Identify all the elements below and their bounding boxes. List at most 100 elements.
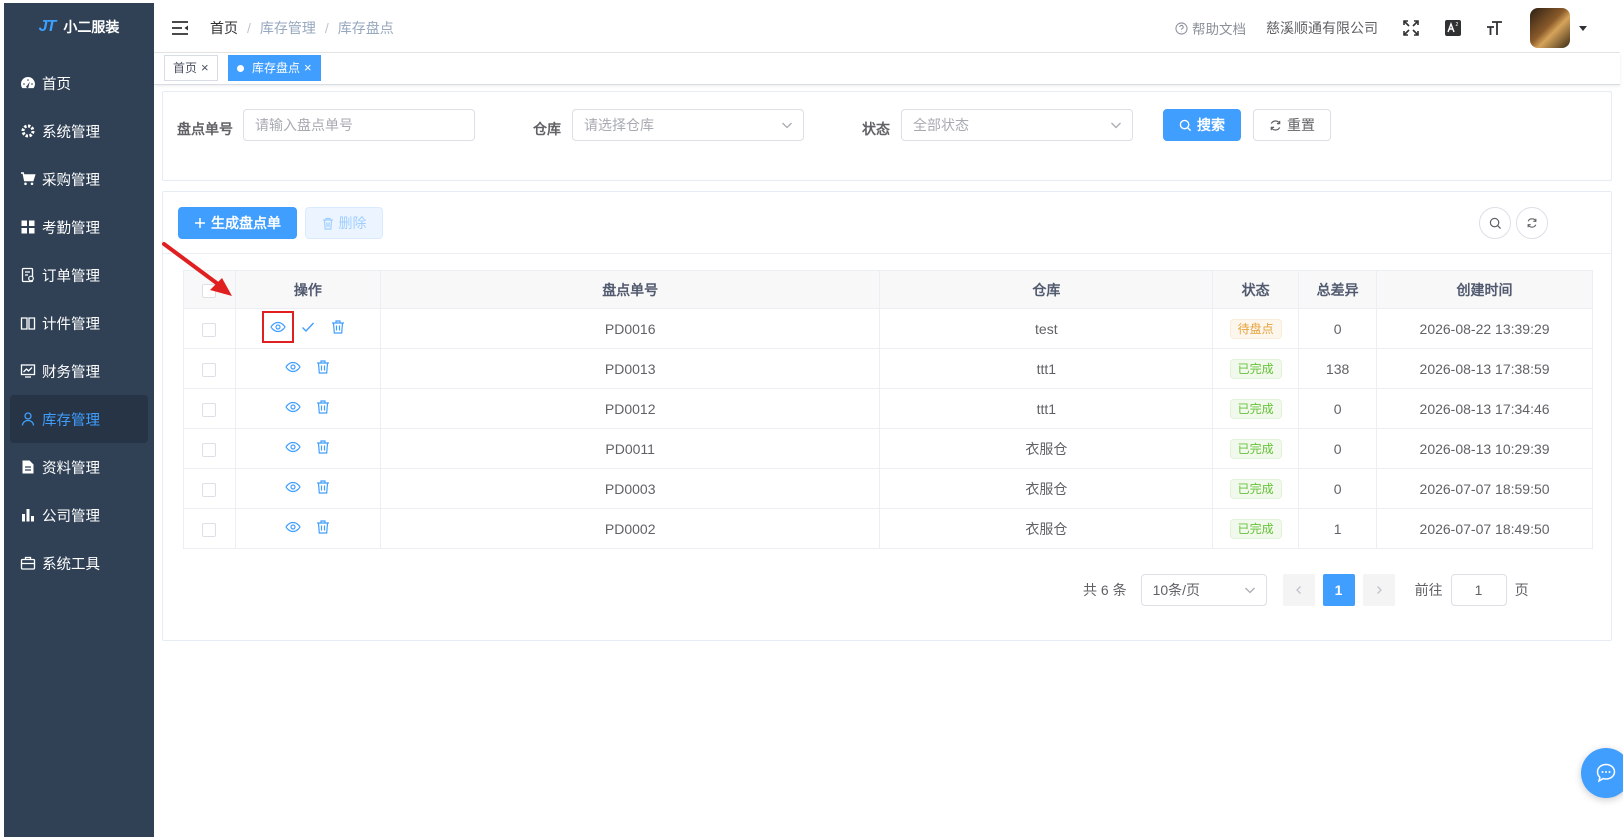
column-header: 创建时间 <box>1376 270 1593 309</box>
status-placeholder: 全部状态 <box>913 117 969 133</box>
view-eye-icon[interactable] <box>285 519 301 535</box>
font-size-icon[interactable] <box>1486 19 1504 37</box>
reset-button[interactable]: 重置 <box>1253 109 1331 141</box>
tag-home[interactable]: 首页 × <box>164 55 218 81</box>
column-header: 盘点单号 <box>380 270 881 309</box>
sidebar-item-inventory[interactable]: 库存管理 <box>10 395 148 443</box>
create-button-label: 生成盘点单 <box>211 215 281 231</box>
row-actions <box>261 311 346 343</box>
delete-trash-icon[interactable] <box>330 319 346 335</box>
delete-trash-icon[interactable] <box>315 519 331 535</box>
table-row: PD0011 衣服仓 已完成 0 2026-08-13 10:29:39 <box>183 428 1593 469</box>
sidebar-item-finance[interactable]: 财务管理 <box>4 347 154 395</box>
diff-cell: 138 <box>1298 348 1378 389</box>
row-checkbox[interactable] <box>202 522 217 537</box>
pagination-total: 共 6 条 <box>1083 582 1127 598</box>
delete-trash-icon[interactable] <box>315 359 331 375</box>
next-page-button[interactable] <box>1362 574 1395 606</box>
sidebar-item-orders[interactable]: 订单管理 <box>4 251 154 299</box>
breadcrumb-current: 库存盘点 <box>337 19 394 36</box>
row-actions <box>285 359 331 375</box>
sidebar-item-tools[interactable]: 系统工具 <box>4 539 154 587</box>
select-all-checkbox[interactable] <box>202 283 217 298</box>
fullscreen-icon[interactable] <box>1402 19 1420 37</box>
chat-support-button[interactable] <box>1581 748 1623 798</box>
tag-label: 库存盘点 <box>252 61 301 75</box>
goto-page-input[interactable]: 1 <box>1450 574 1507 606</box>
tag-inventory-check[interactable]: 库存盘点 × <box>228 55 321 81</box>
row-actions <box>285 519 331 535</box>
row-checkbox[interactable] <box>202 402 217 417</box>
close-icon[interactable]: × <box>201 56 209 80</box>
status-badge: 已完成 <box>1229 518 1282 539</box>
create-check-button[interactable]: 生成盘点单 <box>178 207 297 239</box>
table-row: PD0003 衣服仓 已完成 0 2026-07-07 18:59:50 <box>183 468 1593 509</box>
hamburger-icon[interactable] <box>170 18 190 38</box>
sidebar-item-data[interactable]: 资料管理 <box>4 443 154 491</box>
search-button[interactable]: 搜索 <box>1163 109 1241 141</box>
delete-trash-icon[interactable] <box>315 479 331 495</box>
created-time-cell: 2026-08-13 17:34:46 <box>1376 388 1593 429</box>
caret-down-icon[interactable] <box>1578 23 1588 33</box>
chevron-down-icon <box>1244 587 1255 594</box>
dashboard-icon <box>21 77 35 89</box>
row-checkbox[interactable] <box>202 322 217 337</box>
monitor-icon <box>20 364 36 378</box>
sidebar: JT 小二服装 首页 系统管理 采购管理 考勤管理 订单管理 计件管理 财务管理… <box>4 3 154 837</box>
trash-icon <box>322 217 333 230</box>
status-label: 状态 <box>862 121 890 137</box>
row-actions <box>285 479 331 495</box>
status-badge: 已完成 <box>1229 358 1282 379</box>
avatar[interactable] <box>1530 8 1570 48</box>
sidebar-item-home[interactable]: 首页 <box>4 59 154 107</box>
goto-suffix: 页 <box>1514 582 1529 598</box>
sidebar-item-company[interactable]: 公司管理 <box>4 491 154 539</box>
language-icon[interactable]: 2 <box>1444 19 1462 37</box>
select-all-cell <box>183 270 236 309</box>
row-checkbox[interactable] <box>202 362 217 377</box>
logo[interactable]: JT 小二服装 <box>4 3 154 51</box>
breadcrumb-separator: / <box>324 19 329 36</box>
view-eye-icon[interactable] <box>285 439 301 455</box>
prev-page-button[interactable] <box>1282 574 1315 606</box>
confirm-check-icon[interactable] <box>300 319 316 335</box>
view-eye-icon[interactable] <box>285 359 301 375</box>
breadcrumb-home[interactable]: 首页 <box>210 18 238 38</box>
plus-icon <box>195 218 205 228</box>
diff-cell: 0 <box>1298 468 1378 509</box>
column-header: 状态 <box>1212 270 1300 309</box>
page-size-select[interactable]: 10条/页 <box>1140 574 1267 606</box>
status-badge: 已完成 <box>1229 438 1282 459</box>
pagination: 共 6 条 10条/页 1 前往 1 页 <box>1083 574 1529 606</box>
refresh-icon <box>1527 218 1537 228</box>
navbar: 首页 / 库存管理 / 库存盘点 帮助文档 慈溪顺通有限公司 2 <box>154 3 1620 53</box>
help-link[interactable]: 帮助文档 <box>1175 18 1246 38</box>
toggle-search-button[interactable] <box>1479 207 1511 239</box>
row-actions <box>285 399 331 415</box>
chevron-right-icon <box>1376 586 1382 594</box>
warehouse-select[interactable]: 请选择仓库 <box>572 109 804 141</box>
status-badge: 已完成 <box>1229 478 1282 499</box>
row-checkbox[interactable] <box>202 442 217 457</box>
delete-trash-icon[interactable] <box>315 439 331 455</box>
toolbox-icon <box>20 556 36 570</box>
view-eye-icon[interactable] <box>285 479 301 495</box>
sidebar-item-system[interactable]: 系统管理 <box>4 107 154 155</box>
page-number-button[interactable]: 1 <box>1322 574 1355 606</box>
delete-button[interactable]: 删除 <box>305 207 383 239</box>
sidebar-item-attendance[interactable]: 考勤管理 <box>4 203 154 251</box>
check-no-input[interactable]: 请输入盘点单号 <box>243 109 475 141</box>
created-time-cell: 2026-08-22 13:39:29 <box>1376 308 1593 349</box>
sidebar-item-purchase[interactable]: 采购管理 <box>4 155 154 203</box>
close-icon[interactable]: × <box>304 56 312 80</box>
chevron-left-icon <box>1295 586 1301 594</box>
status-select[interactable]: 全部状态 <box>901 109 1133 141</box>
delete-trash-icon[interactable] <box>315 399 331 415</box>
row-checkbox[interactable] <box>202 482 217 497</box>
sidebar-item-piecework[interactable]: 计件管理 <box>4 299 154 347</box>
check-no-cell: PD0012 <box>380 388 881 429</box>
view-eye-icon[interactable] <box>261 311 294 343</box>
view-eye-icon[interactable] <box>285 399 301 415</box>
sidebar-item-label: 资料管理 <box>42 460 100 477</box>
refresh-table-button[interactable] <box>1516 207 1548 239</box>
